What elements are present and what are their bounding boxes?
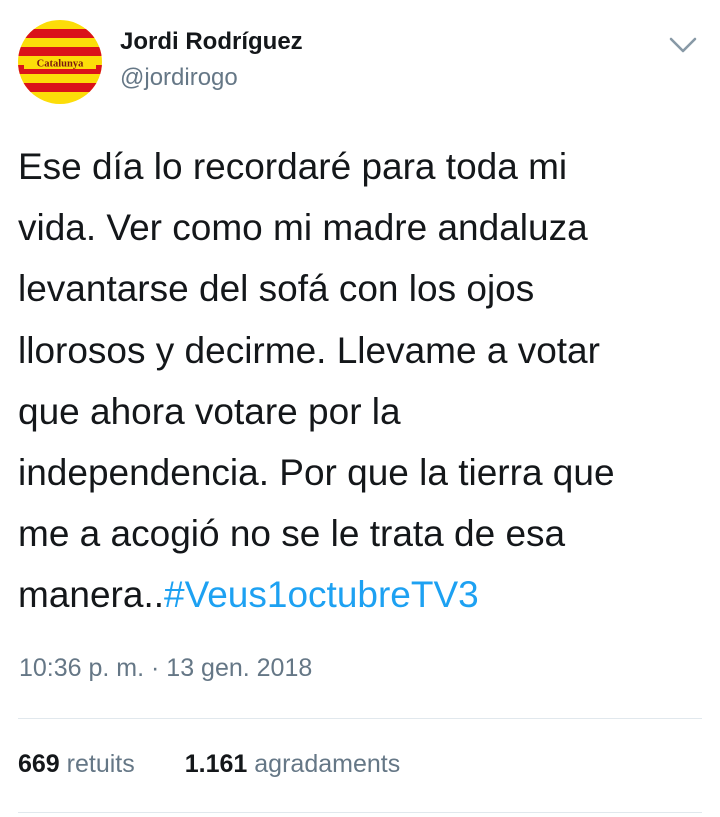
tweet-text-line: me a acogió no se le trata de esa — [18, 513, 566, 555]
avatar-text: Catalunya — [37, 59, 84, 70]
catalonia-flag-avatar-icon[interactable]: Catalunya — [18, 20, 102, 104]
tweet-text-segment: manera.. — [18, 574, 165, 616]
tweet-text-line: vida. Ver como mi madre andaluza — [18, 207, 588, 249]
author-handle[interactable]: @jordirogo — [120, 64, 238, 92]
tweet-text-last-line: manera..#Veus1octubreTV3 — [18, 564, 708, 625]
author-name[interactable]: Jordi Rodríguez — [120, 28, 303, 56]
likes-stat[interactable]: 1.161 agradaments — [185, 750, 400, 779]
retweets-count: 669 — [18, 750, 60, 778]
divider — [18, 812, 702, 813]
likes-count: 1.161 — [184, 750, 248, 778]
tweet-card: Catalunya Jordi Rodríguez @jordirogo Ese… — [0, 0, 720, 817]
divider — [18, 718, 702, 719]
tweet-timestamp[interactable]: 10:36 p. m. · 13 gen. 2018 — [19, 654, 312, 683]
likes-label: agradaments — [254, 750, 401, 778]
tweet-text-line: Ese día lo recordaré para toda mi — [18, 146, 568, 187]
chevron-down-icon[interactable] — [666, 32, 700, 58]
tweet-text-line: levantarse del sofá con los ojos — [18, 268, 535, 310]
tweet-text-line: que ahora votare por la — [18, 390, 401, 432]
tweet-text-line: independencia. Por que la tierra que — [18, 452, 615, 494]
retweets-label: retuits — [66, 750, 135, 778]
tweet-stats: 669 retuits 1.161 agradaments — [18, 750, 400, 779]
tweet-text: Ese día lo recordaré para toda mi vida. … — [18, 136, 708, 626]
retweets-stat[interactable]: 669 retuits — [18, 750, 135, 779]
tweet-text-line: llorosos y decirme. Llevame a votar — [18, 329, 600, 371]
hashtag-link[interactable]: #Veus1octubreTV3 — [164, 574, 479, 615]
